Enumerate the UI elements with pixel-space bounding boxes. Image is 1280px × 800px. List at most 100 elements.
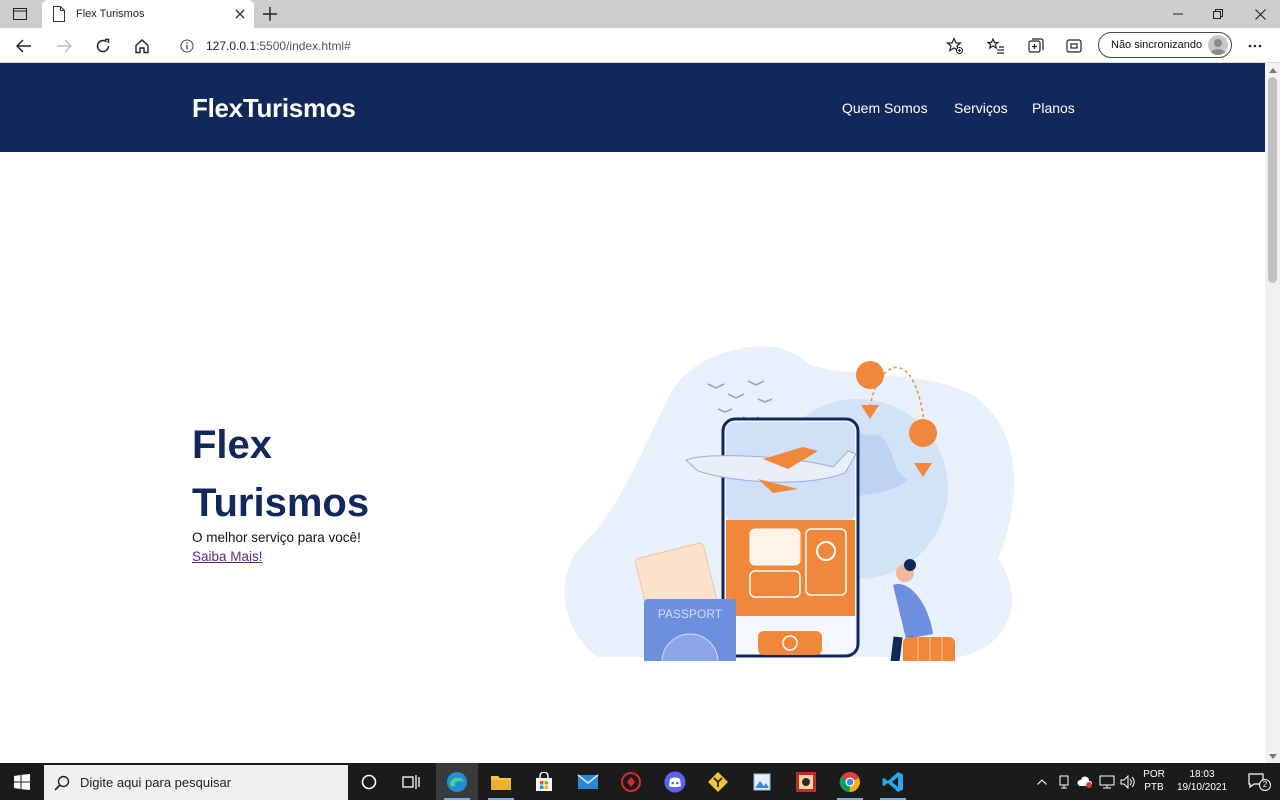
- start-button[interactable]: [0, 763, 44, 800]
- tray-network[interactable]: [1097, 763, 1117, 800]
- tab-actions-icon: [13, 8, 27, 20]
- restore-button[interactable]: [1198, 0, 1238, 28]
- refresh-button[interactable]: [89, 32, 117, 60]
- tab-actions-button[interactable]: [10, 5, 30, 23]
- clock[interactable]: 18:03 19/10/2021: [1172, 768, 1232, 794]
- mail-icon: [577, 773, 599, 789]
- travel-illustration: PASSPORT: [564, 346, 1015, 661]
- taskbar-paint[interactable]: [741, 763, 783, 800]
- collections-icon: [1028, 38, 1044, 53]
- browser-tab-bar: Flex Turismos: [0, 0, 1280, 28]
- site-logo[interactable]: FlexTurismos: [192, 93, 356, 124]
- show-hidden-icons-button[interactable]: [1032, 763, 1052, 800]
- cloud-icon: [1077, 775, 1093, 788]
- profile-sync-button[interactable]: Não sincronizando: [1098, 32, 1232, 58]
- edge-icon: [447, 771, 467, 792]
- tray-device-icon[interactable]: [1054, 763, 1074, 800]
- forward-button[interactable]: [50, 32, 78, 60]
- windows-logo-icon: [14, 773, 30, 790]
- avatar: [1208, 35, 1228, 55]
- minimize-button[interactable]: [1158, 0, 1198, 28]
- more-icon: [1248, 44, 1262, 48]
- close-icon: [1254, 8, 1266, 20]
- hero-subtitle: O melhor serviço para você!: [192, 530, 361, 545]
- caret-up-icon: [1268, 67, 1277, 73]
- person-icon: [1210, 39, 1226, 55]
- search-icon: [54, 775, 70, 791]
- task-view-icon: [402, 774, 420, 789]
- scroll-up-button[interactable]: [1268, 66, 1277, 74]
- info-icon: [180, 39, 194, 52]
- arrow-right-icon: [57, 39, 72, 53]
- vscode-icon: [882, 771, 903, 792]
- page-icon: [53, 6, 65, 22]
- scroll-thumb[interactable]: [1268, 77, 1277, 283]
- clock-time: 18:03: [1189, 769, 1215, 780]
- network-icon: [1099, 775, 1115, 788]
- discord-icon: [664, 771, 686, 792]
- home-button[interactable]: [128, 32, 156, 60]
- plus-icon: [263, 7, 277, 21]
- taskbar-store[interactable]: [523, 763, 565, 800]
- scroll-down-button[interactable]: [1268, 752, 1277, 760]
- search-placeholder: Digite aqui para pesquisar: [80, 775, 232, 790]
- cortana-button[interactable]: [348, 763, 390, 800]
- image-app-icon: [753, 773, 771, 790]
- taskbar-discord[interactable]: [654, 763, 696, 800]
- url-text: 127.0.0.1:5500/index.html#: [206, 38, 351, 53]
- restore-icon: [1213, 9, 1223, 19]
- collections-button[interactable]: [1022, 32, 1050, 60]
- store-icon: [536, 771, 552, 791]
- git-icon: [708, 771, 728, 792]
- add-favorite-button[interactable]: [941, 32, 969, 60]
- web-capture-icon: [1066, 39, 1082, 53]
- saiba-mais-link[interactable]: Saiba Mais!: [192, 549, 263, 564]
- nav-link-quem-somos[interactable]: Quem Somos: [842, 100, 928, 116]
- cortana-icon: [361, 774, 377, 789]
- taskbar-vscode[interactable]: [872, 763, 914, 800]
- taskbar-file-explorer[interactable]: [480, 763, 522, 800]
- new-tab-button[interactable]: [260, 4, 280, 24]
- taskbar-search-box[interactable]: Digite aqui para pesquisar: [44, 765, 348, 800]
- nav-link-planos[interactable]: Planos: [1032, 100, 1075, 116]
- taskbar-edge[interactable]: [436, 763, 478, 800]
- windows-taskbar: Digite aqui para pesquisar POR PTB 18:03…: [0, 763, 1280, 800]
- tab-close-button[interactable]: [230, 4, 250, 24]
- page-viewport: FlexTurismos Quem Somos Serviços Planos …: [0, 63, 1265, 763]
- taskbar-git[interactable]: [697, 763, 739, 800]
- address-bar[interactable]: 127.0.0.1:5500/index.html#: [168, 31, 972, 60]
- confirm-button-shape: [758, 631, 822, 655]
- clock-date: 19/10/2021: [1176, 782, 1228, 793]
- favorites-icon: [987, 37, 1004, 54]
- app-red-icon: [621, 771, 641, 792]
- tray-onedrive[interactable]: [1075, 763, 1095, 800]
- game-app-icon: [796, 771, 816, 792]
- site-header: FlexTurismos Quem Somos Serviços Planos: [0, 63, 1265, 152]
- tab-title: Flex Turismos: [76, 8, 145, 20]
- hero-title-line-2: Turismos: [192, 481, 370, 525]
- settings-menu-button[interactable]: [1241, 32, 1269, 60]
- notification-center-button[interactable]: 2: [1238, 763, 1278, 800]
- home-icon: [135, 39, 149, 54]
- browser-tab[interactable]: Flex Turismos: [42, 0, 254, 28]
- woman-hair: [904, 559, 916, 571]
- chrome-icon: [839, 771, 860, 792]
- favorites-button[interactable]: [982, 32, 1010, 60]
- taskbar-chrome[interactable]: [829, 763, 871, 800]
- language-indicator[interactable]: POR PTB: [1141, 768, 1167, 794]
- vertical-scrollbar[interactable]: [1265, 63, 1280, 763]
- back-button[interactable]: [10, 32, 38, 60]
- taskbar-app-red[interactable]: [610, 763, 652, 800]
- nav-link-servicos[interactable]: Serviços: [954, 100, 1008, 116]
- task-view-button[interactable]: [390, 763, 432, 800]
- tray-volume[interactable]: [1118, 763, 1138, 800]
- refresh-icon: [96, 38, 110, 53]
- screenshot-button[interactable]: [1060, 32, 1088, 60]
- ticket-card: [749, 528, 801, 566]
- browser-toolbar: 127.0.0.1:5500/index.html# Não sincroniz…: [0, 28, 1280, 63]
- star-plus-icon: [946, 37, 963, 54]
- taskbar-app-game[interactable]: [785, 763, 827, 800]
- close-window-button[interactable]: [1240, 0, 1280, 28]
- taskbar-mail[interactable]: [567, 763, 609, 800]
- sync-label: Não sincronizando: [1111, 39, 1203, 51]
